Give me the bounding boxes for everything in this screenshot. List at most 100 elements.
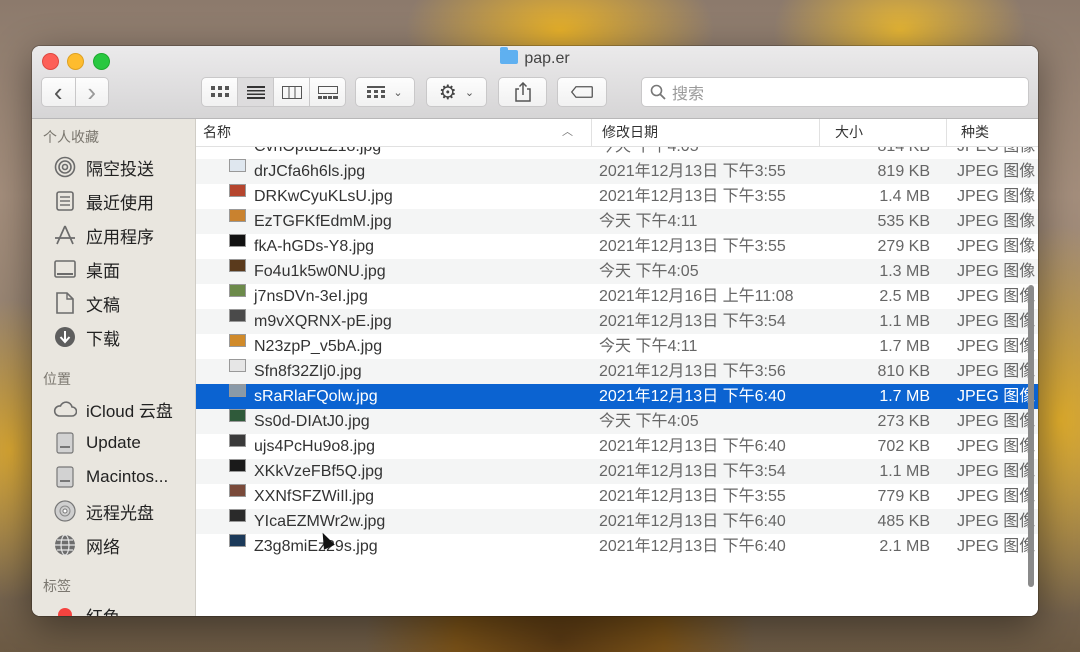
file-name: m9vXQRNX-pE.jpg bbox=[254, 313, 392, 330]
grid-icon bbox=[210, 86, 229, 97]
sort-ascending-icon: ︿ bbox=[562, 126, 573, 138]
sidebar-item-downloads[interactable]: 下载 bbox=[52, 323, 120, 351]
tags-button[interactable] bbox=[557, 77, 607, 107]
documents-icon bbox=[52, 291, 78, 315]
file-name: Sfn8f32ZIj0.jpg bbox=[254, 363, 362, 380]
column-name[interactable]: 名称 ︿ bbox=[203, 119, 591, 146]
forward-button[interactable]: › bbox=[76, 78, 109, 106]
column-kind-label: 种类 bbox=[961, 124, 989, 140]
sidebar-item-desktop[interactable]: 桌面 bbox=[52, 255, 120, 283]
sidebar-item-icloud[interactable]: iCloud 云盘 bbox=[52, 395, 173, 423]
file-date: 2021年12月13日 下午6:40 bbox=[599, 438, 786, 455]
sidebar-item-label: 网络 bbox=[86, 537, 120, 557]
file-size: 2.1 MB bbox=[879, 538, 930, 555]
file-size: 819 KB bbox=[877, 163, 930, 180]
applications-icon bbox=[52, 223, 78, 247]
file-kind: JPEG 图像 bbox=[957, 313, 1036, 330]
file-name: fkA-hGDs-Y8.jpg bbox=[254, 238, 375, 255]
file-row[interactable]: Sfn8f32ZIj0.jpg 2021年12月13日 下午3:56 810 KB J… bbox=[196, 359, 1038, 384]
image-thumbnail-icon bbox=[229, 234, 246, 247]
file-row[interactable]: DRKwCyuKLsU.jpg 2021年12月13日 下午3:55 1.4 MB J… bbox=[196, 184, 1038, 209]
sidebar-item-label: 应用程序 bbox=[86, 227, 154, 247]
folder-icon bbox=[500, 47, 519, 64]
file-row[interactable]: Ss0d-DIAtJ0.jpg 今天 下午4:05 273 KB JPEG 图像 bbox=[196, 409, 1038, 434]
icon-view-button[interactable] bbox=[202, 78, 238, 106]
file-size: 1.7 MB bbox=[879, 338, 930, 355]
share-button[interactable] bbox=[498, 77, 547, 107]
share-icon bbox=[514, 82, 531, 102]
file-name: EzTGFKfEdmM.jpg bbox=[254, 213, 392, 230]
image-thumbnail-icon bbox=[229, 534, 246, 547]
file-row[interactable]: ujs4PcHu9o8.jpg 2021年12月13日 下午6:40 702 KB J… bbox=[196, 434, 1038, 459]
file-kind: JPEG 图像 bbox=[957, 288, 1036, 305]
sidebar-item-airdrop[interactable]: 隔空投送 bbox=[52, 153, 154, 181]
file-row[interactable]: sRaRlaFQolw.jpg 2021年12月13日 下午6:40 1.7 MB J… bbox=[196, 384, 1038, 409]
column-kind[interactable]: 种类 bbox=[946, 119, 1038, 146]
file-date: 2021年12月13日 下午6:40 bbox=[599, 538, 786, 555]
sidebar-item-macintosh[interactable]: Macintos... bbox=[52, 463, 168, 491]
column-view-button[interactable] bbox=[274, 78, 310, 106]
sidebar-header-tags: 标签 bbox=[43, 578, 71, 594]
column-header: 名称 ︿ 修改日期 大小 种类 bbox=[196, 119, 1038, 147]
sidebar-item-documents[interactable]: 文稿 bbox=[52, 289, 120, 317]
file-kind: JPEG 图像 bbox=[957, 413, 1036, 430]
file-kind: JPEG 图像 bbox=[957, 463, 1036, 480]
search-placeholder: 搜索 bbox=[672, 86, 705, 103]
file-row[interactable]: fkA-hGDs-Y8.jpg 2021年12月13日 下午3:55 279 KB J… bbox=[196, 234, 1038, 259]
column-size[interactable]: 大小 bbox=[819, 119, 946, 146]
sidebar-item-applications[interactable]: 应用程序 bbox=[52, 221, 154, 249]
column-date[interactable]: 修改日期 bbox=[591, 119, 819, 146]
sidebar-item-tag-red[interactable]: 红色 bbox=[52, 601, 120, 616]
chevron-down-icon: ⌄ bbox=[464, 86, 475, 99]
file-row[interactable]: Fo4u1k5w0NU.jpg 今天 下午4:05 1.3 MB JPEG 图像 bbox=[196, 259, 1038, 284]
file-date: 2021年12月13日 下午3:55 bbox=[599, 488, 786, 505]
sidebar-item-update[interactable]: Update bbox=[52, 429, 141, 457]
file-kind: JPEG 图像 bbox=[957, 488, 1036, 505]
view-mode-group bbox=[201, 77, 346, 107]
list-view-button[interactable] bbox=[238, 78, 274, 106]
file-kind: JPEG 图像 bbox=[957, 213, 1036, 230]
sidebar-item-label: 文稿 bbox=[86, 295, 120, 315]
sidebar-item-network[interactable]: 网络 bbox=[52, 531, 120, 559]
desktop-icon bbox=[52, 257, 78, 281]
file-row[interactable]: XXNfSFZWiIl.jpg 2021年12月13日 下午3:55 779 KB J… bbox=[196, 484, 1038, 509]
file-kind: JPEG 图像 bbox=[957, 388, 1036, 405]
column-date-label: 修改日期 bbox=[602, 124, 658, 140]
file-name: YIcaEZMWr2w.jpg bbox=[254, 513, 386, 530]
file-row[interactable]: N23zpP_v5bA.jpg 今天 下午4:11 1.7 MB JPEG 图像 bbox=[196, 334, 1038, 359]
file-date: 2021年12月13日 下午3:54 bbox=[599, 313, 786, 330]
sidebar-item-label: Macintos... bbox=[86, 467, 169, 486]
sidebar-header-favorites: 个人收藏 bbox=[43, 129, 99, 145]
sidebar-item-remote-disc[interactable]: 远程光盘 bbox=[52, 497, 154, 525]
file-kind: JPEG 图像 bbox=[957, 338, 1036, 355]
image-thumbnail-icon bbox=[229, 209, 246, 222]
sidebar-item-label: iCloud 云盘 bbox=[86, 401, 173, 421]
sidebar-item-recents[interactable]: 最近使用 bbox=[52, 187, 154, 215]
file-row[interactable]: m9vXQRNX-pE.jpg 2021年12月13日 下午3:54 1.1 MB J… bbox=[196, 309, 1038, 334]
search-field[interactable]: 搜索 bbox=[641, 77, 1029, 107]
back-button[interactable]: ‹ bbox=[42, 78, 76, 106]
group-by-button[interactable]: ⌄ bbox=[355, 77, 415, 107]
vertical-scrollbar[interactable] bbox=[1028, 285, 1034, 587]
file-size: 485 KB bbox=[877, 513, 930, 530]
sidebar-header-locations: 位置 bbox=[43, 371, 71, 387]
file-row[interactable]: j7nsDVn-3eI.jpg 2021年12月16日 上午11:08 2.5 MB… bbox=[196, 284, 1038, 309]
list-icon bbox=[246, 85, 265, 99]
action-menu-button[interactable]: ⚙ ⌄ bbox=[426, 77, 487, 107]
file-size: 810 KB bbox=[877, 363, 930, 380]
file-row[interactable]: drJCfa6h6ls.jpg 2021年12月13日 下午3:55 819 KB J… bbox=[196, 159, 1038, 184]
chevron-down-icon: ⌄ bbox=[393, 86, 403, 99]
group-icon bbox=[367, 85, 386, 98]
file-row[interactable]: YIcaEZMWr2w.jpg 2021年12月13日 下午6:40 485 KB J… bbox=[196, 509, 1038, 534]
file-name: ujs4PcHu9o8.jpg bbox=[254, 438, 375, 455]
gallery-view-button[interactable] bbox=[310, 78, 345, 106]
file-row[interactable]: EzTGFKfEdmM.jpg 今天 下午4:11 535 KB JPEG 图像 bbox=[196, 209, 1038, 234]
sidebar-item-label: 远程光盘 bbox=[86, 503, 154, 523]
image-thumbnail-icon bbox=[229, 459, 246, 472]
column-size-label: 大小 bbox=[835, 124, 863, 140]
sidebar-item-label: 隔空投送 bbox=[86, 159, 154, 179]
file-kind: JPEG 图像 bbox=[957, 438, 1036, 455]
file-row[interactable]: XKkVzeFBf5Q.jpg 2021年12月13日 下午3:54 1.1 MB J… bbox=[196, 459, 1038, 484]
image-thumbnail-icon bbox=[229, 284, 246, 297]
file-rows: CvhOptBLZ18.jpg今天 下午4:05814 KBJPEG 图像drJ… bbox=[196, 134, 1038, 559]
